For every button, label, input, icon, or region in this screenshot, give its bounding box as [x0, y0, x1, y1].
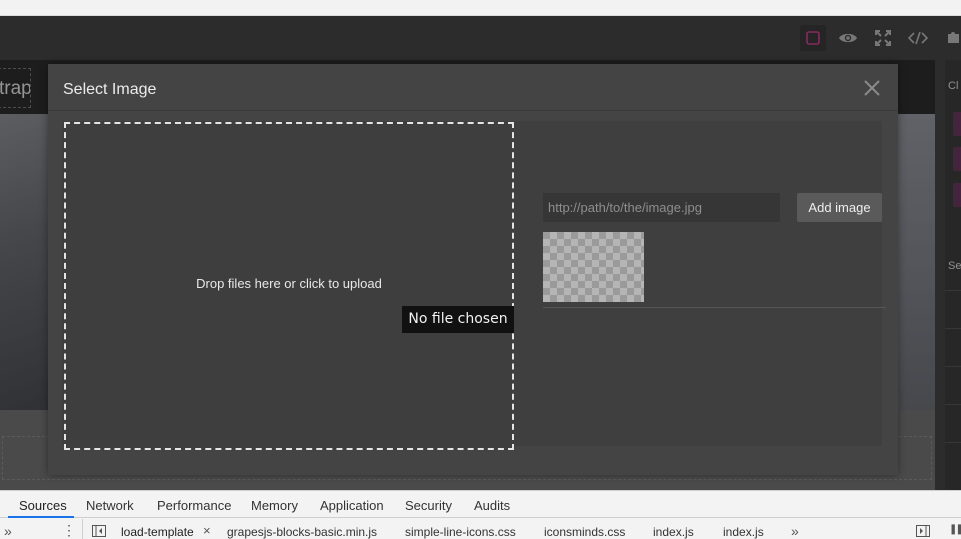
- pause-icon[interactable]: ❚❚: [949, 524, 961, 535]
- image-url-input[interactable]: [543, 193, 780, 222]
- active-tab-indicator: [8, 516, 74, 518]
- sidebar-more-icon[interactable]: »: [4, 523, 12, 539]
- more-tabs-icon[interactable]: »: [791, 523, 799, 539]
- tab-sources[interactable]: Sources: [19, 498, 67, 513]
- menu-dots-icon[interactable]: ⋮: [62, 522, 76, 539]
- file-tab-load-template[interactable]: load-template: [121, 525, 194, 539]
- dropzone-text: Drop files here or click to upload: [196, 276, 382, 291]
- asset-manager-modal: Select Image Drop files here or click to…: [48, 64, 898, 475]
- tab-memory[interactable]: Memory: [251, 498, 298, 513]
- devtools-file-tabs: » ⋮ load-template × grapesjs-blocks-basi…: [0, 519, 961, 539]
- tab-security[interactable]: Security: [405, 498, 452, 513]
- close-tab-icon[interactable]: ×: [203, 523, 211, 538]
- modal-body: Drop files here or click to upload Add i…: [62, 121, 886, 450]
- file-tab-index-js-1[interactable]: index.js: [653, 525, 694, 539]
- modal-title: Select Image: [63, 81, 157, 98]
- devtools-tab-bar: Sources Network Performance Memory Appli…: [0, 491, 961, 518]
- file-input-tooltip: No file chosen: [402, 306, 514, 333]
- file-tab-index-js-2[interactable]: index.js: [723, 525, 764, 539]
- asset-thumbnail[interactable]: [543, 232, 644, 302]
- browser-top-bar: [0, 0, 961, 16]
- close-icon[interactable]: [862, 78, 882, 98]
- asset-divider: [543, 307, 886, 308]
- tab-network[interactable]: Network: [86, 498, 134, 513]
- upload-dropzone[interactable]: Drop files here or click to upload: [64, 122, 514, 450]
- tab-performance[interactable]: Performance: [157, 498, 231, 513]
- file-tab-simple-line-icons[interactable]: simple-line-icons.css: [405, 525, 516, 539]
- modal-overlay[interactable]: Select Image Drop files here or click to…: [0, 16, 961, 490]
- devtools-panel: Sources Network Performance Memory Appli…: [0, 490, 961, 539]
- file-tab-iconsminds[interactable]: iconsminds.css: [544, 525, 625, 539]
- modal-header: Select Image: [48, 64, 898, 111]
- file-tab-grapesjs-blocks[interactable]: grapesjs-blocks-basic.min.js: [227, 525, 377, 539]
- add-image-button[interactable]: Add image: [797, 193, 882, 222]
- toggle-debugger-icon[interactable]: [916, 525, 930, 539]
- tab-audits[interactable]: Audits: [474, 498, 510, 513]
- tab-application[interactable]: Application: [320, 498, 384, 513]
- toggle-navigator-icon[interactable]: [92, 525, 106, 539]
